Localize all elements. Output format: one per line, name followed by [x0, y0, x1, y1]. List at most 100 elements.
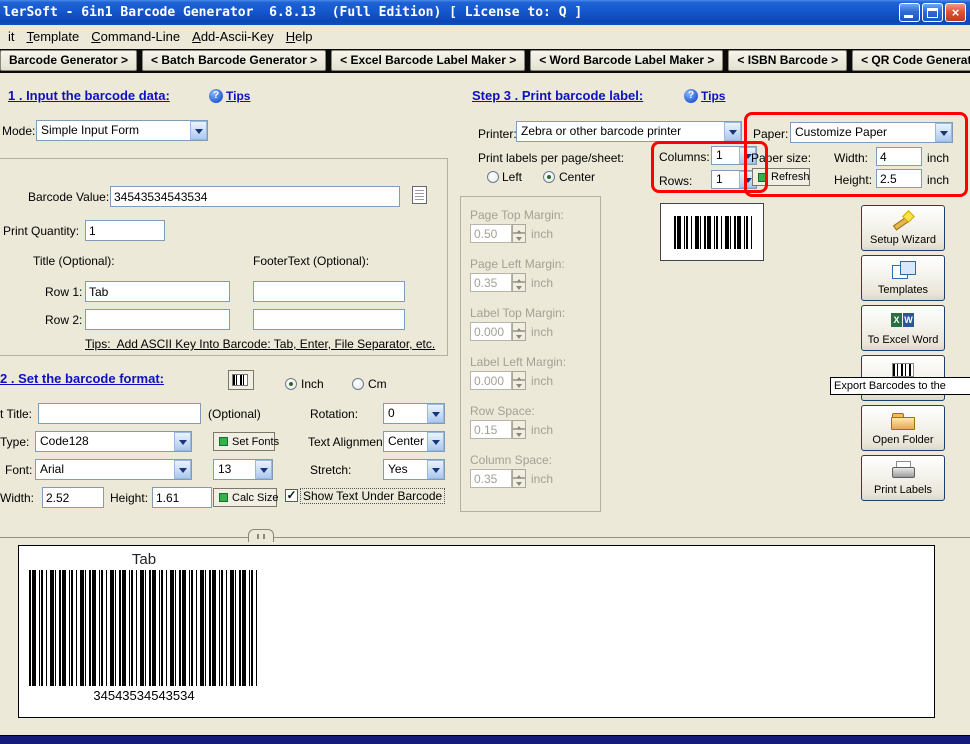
spinner-up-icon[interactable] [512, 322, 526, 331]
calc-size-button[interactable]: Calc Size [213, 488, 277, 507]
folder-icon [891, 411, 915, 429]
tab-word-barcode-label-maker[interactable]: < Word Barcode Label Maker > [530, 50, 723, 71]
tab-excel-barcode-label-maker[interactable]: < Excel Barcode Label Maker > [331, 50, 525, 71]
align-center-radio[interactable] [543, 171, 555, 183]
menu-item-command-line[interactable]: Command-Line [85, 25, 186, 49]
unit-cm-label: Cm [368, 377, 387, 391]
show-text-label[interactable]: Show Text Under Barcode [301, 489, 444, 503]
dropdown-arrow-icon[interactable] [255, 460, 272, 479]
print-labels-label: Print Labels [862, 484, 944, 496]
printer-dropdown[interactable]: Zebra or other barcode printer [516, 121, 742, 142]
dropdown-arrow-icon[interactable] [427, 432, 444, 451]
to-excel-word-button[interactable]: To Excel Word [861, 305, 945, 351]
unit-cm-radio[interactable] [352, 378, 364, 390]
step1-tips-link[interactable]: Tips [226, 89, 250, 103]
menu-item-edit[interactable]: it [2, 25, 21, 49]
maximize-button[interactable] [922, 3, 943, 22]
spinner-down-icon[interactable] [512, 233, 526, 243]
barcode-format-button[interactable] [228, 370, 254, 390]
tab-barcode-generator[interactable]: Barcode Generator > [0, 50, 137, 71]
menu-item-template[interactable]: Template [21, 25, 86, 49]
export-tooltip: Export Barcodes to the [830, 377, 970, 395]
dropdown-arrow-icon[interactable] [174, 432, 191, 451]
font-label: Font: [5, 463, 32, 477]
default-title-input[interactable] [38, 403, 201, 424]
spinner-down-icon[interactable] [512, 380, 526, 390]
tab-qr-code-generator[interactable]: < QR Code Generator > [852, 50, 970, 71]
width-input[interactable] [42, 487, 104, 508]
tab-isbn-barcode[interactable]: < ISBN Barcode > [728, 50, 847, 71]
align-left-radio[interactable] [487, 171, 499, 183]
mode-dropdown[interactable]: Simple Input Form [36, 120, 208, 141]
row1-title-input[interactable] [85, 281, 230, 302]
dropdown-arrow-icon[interactable] [190, 121, 207, 140]
annotation-paper [744, 112, 968, 197]
margin-input[interactable] [470, 322, 512, 341]
spinner-down-icon[interactable] [512, 429, 526, 439]
splitter-handle[interactable] [248, 529, 274, 542]
margin-spinner[interactable] [512, 420, 526, 439]
barcode-text: 34543534543534 [29, 688, 259, 703]
margin-input[interactable] [470, 469, 512, 488]
step3-tips-link[interactable]: Tips [701, 89, 725, 103]
margin-input[interactable] [470, 371, 512, 390]
show-text-checkbox[interactable]: ✓ [285, 489, 298, 502]
spinner-up-icon[interactable] [512, 273, 526, 282]
open-folder-button[interactable]: Open Folder [861, 405, 945, 451]
font-size-dropdown[interactable]: 13 [213, 459, 273, 480]
margin-spinner[interactable] [512, 371, 526, 390]
margin-input[interactable] [470, 224, 512, 243]
rotation-value: 0 [388, 406, 395, 420]
templates-icon [891, 261, 915, 279]
help-icon: ? [684, 89, 698, 103]
margin-label: Page Left Margin: [470, 257, 565, 271]
ascii-tip-link[interactable]: Tips: Add ASCII Key Into Barcode: Tab, E… [85, 337, 435, 351]
edit-note-icon[interactable] [412, 186, 427, 204]
tab-batch-barcode-generator[interactable]: < Batch Barcode Generator > [142, 50, 326, 71]
spinner-up-icon[interactable] [512, 371, 526, 380]
stretch-dropdown[interactable]: Yes [383, 459, 445, 480]
dropdown-arrow-icon[interactable] [427, 460, 444, 479]
barcode-type-dropdown[interactable]: Code128 [35, 431, 192, 452]
print-quantity-input[interactable] [85, 220, 165, 241]
setup-wizard-button[interactable]: Setup Wizard [861, 205, 945, 251]
barcode-value-label: Barcode Value: [28, 190, 109, 204]
print-labels-button[interactable]: Print Labels [861, 455, 945, 501]
templates-button[interactable]: Templates [861, 255, 945, 301]
menu-item-help[interactable]: Help [280, 25, 319, 49]
height-input[interactable] [152, 487, 212, 508]
barcode-value-input[interactable] [110, 186, 400, 207]
set-fonts-button[interactable]: Set Fonts [213, 432, 275, 451]
margin-label: Row Space: [470, 404, 535, 418]
margin-spinner[interactable] [512, 273, 526, 292]
margin-input[interactable] [470, 273, 512, 292]
minimize-button[interactable] [899, 3, 920, 22]
row2-title-input[interactable] [85, 309, 230, 330]
margin-unit: inch [531, 374, 553, 388]
spinner-down-icon[interactable] [512, 282, 526, 292]
margin-spinner[interactable] [512, 469, 526, 488]
title-optional-hint: (Optional) [208, 407, 261, 421]
margin-input[interactable] [470, 420, 512, 439]
spinner-up-icon[interactable] [512, 469, 526, 478]
align-center-label: Center [559, 170, 595, 184]
spinner-down-icon[interactable] [512, 478, 526, 488]
templates-label: Templates [862, 284, 944, 296]
row2-footer-input[interactable] [253, 309, 405, 330]
spinner-up-icon[interactable] [512, 420, 526, 429]
menu-item-add-ascii-key[interactable]: Add-Ascii-Key [186, 25, 280, 49]
unit-inch-radio[interactable] [285, 378, 297, 390]
spinner-up-icon[interactable] [512, 224, 526, 233]
dropdown-arrow-icon[interactable] [427, 404, 444, 423]
row1-footer-input[interactable] [253, 281, 405, 302]
dropdown-arrow-icon[interactable] [724, 122, 741, 141]
dropdown-arrow-icon[interactable] [174, 460, 191, 479]
close-button[interactable]: × [945, 3, 966, 22]
spinner-down-icon[interactable] [512, 331, 526, 341]
text-alignment-dropdown[interactable]: Center [383, 431, 445, 452]
font-dropdown[interactable]: Arial [35, 459, 192, 480]
rotation-dropdown[interactable]: 0 [383, 403, 445, 424]
margin-spinner[interactable] [512, 322, 526, 341]
margin-spinner[interactable] [512, 224, 526, 243]
excel-word-icon [891, 311, 915, 329]
